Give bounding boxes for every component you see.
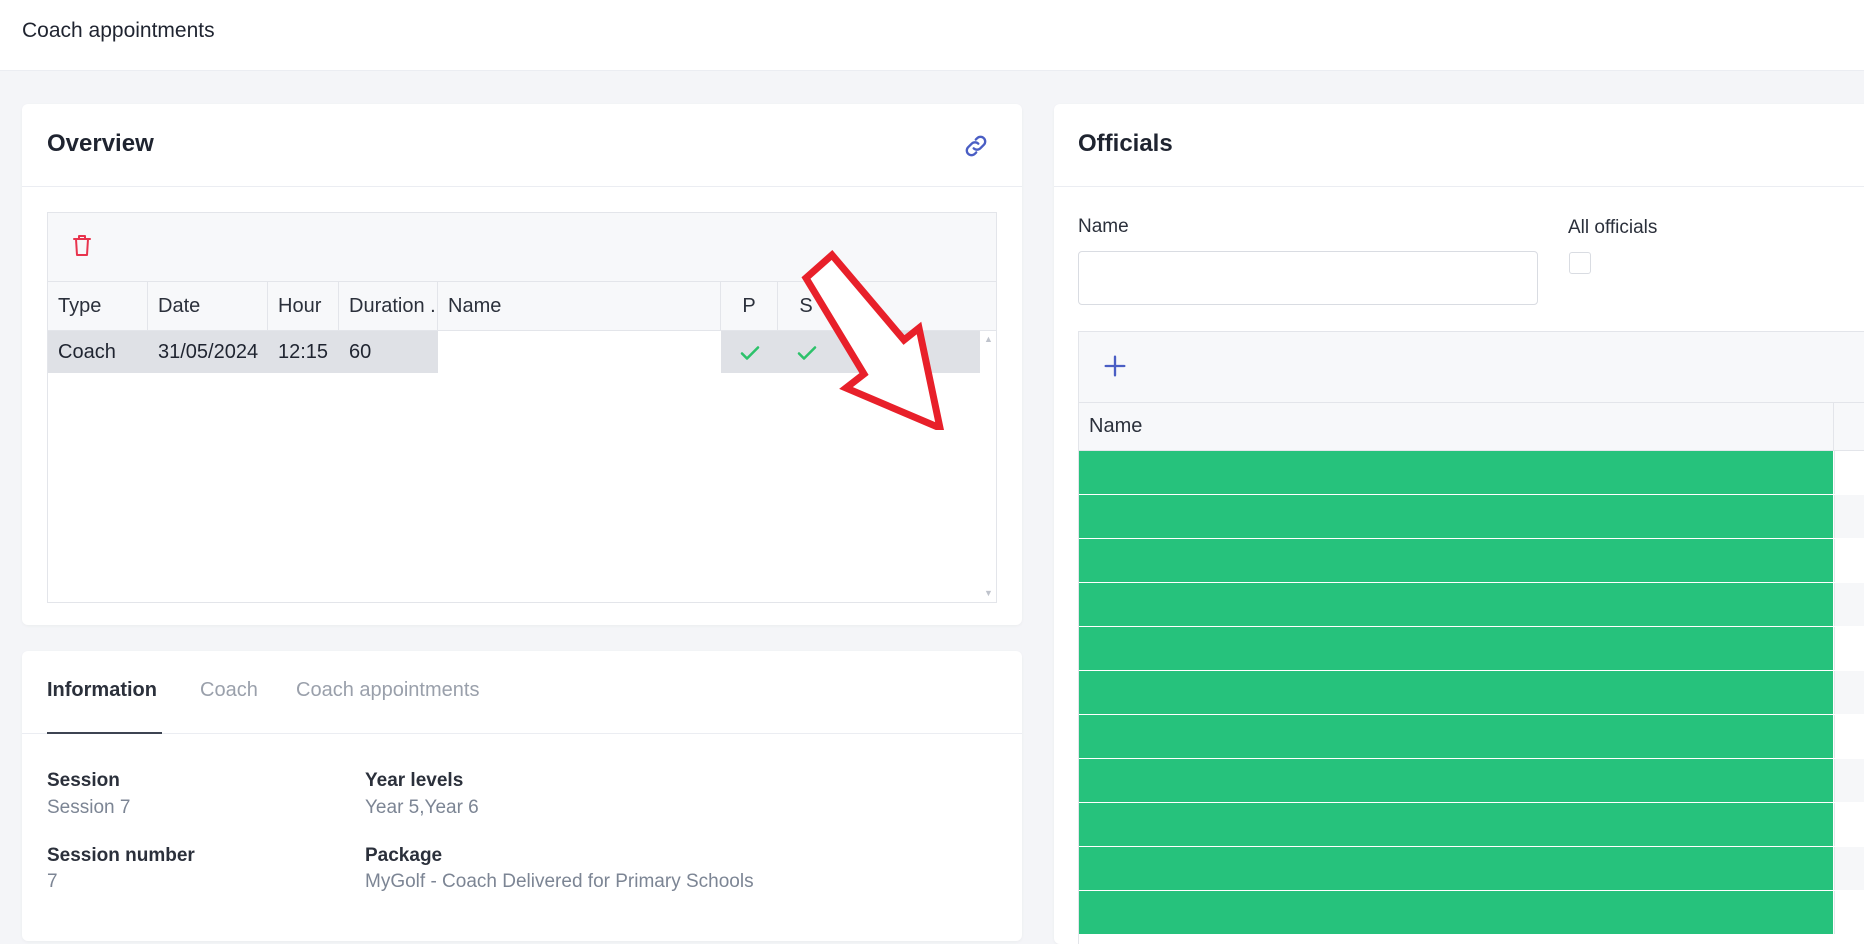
- cell-name: [438, 331, 721, 373]
- official-extra-cell: [1834, 847, 1864, 890]
- table-row[interactable]: [1079, 803, 1864, 847]
- official-name-cell: [1079, 627, 1833, 670]
- official-extra-cell: [1834, 759, 1864, 802]
- column-header-type[interactable]: Type: [48, 282, 148, 330]
- officials-title: Officials: [1078, 130, 1173, 157]
- column-header-p[interactable]: P: [721, 282, 778, 330]
- cell-hour: 12:15: [278, 341, 329, 363]
- tab-bar: Information Coach Coach appointments: [22, 651, 1022, 734]
- officials-card: Officials Name All officials Name: [1054, 104, 1864, 944]
- officials-rows: [1079, 451, 1864, 935]
- overview-title: Overview: [47, 130, 154, 157]
- check-icon: [740, 345, 759, 360]
- column-divider: [1833, 403, 1834, 450]
- plus-icon[interactable]: [1101, 352, 1129, 380]
- official-name-cell: [1079, 671, 1833, 714]
- official-extra-cell: [1834, 451, 1864, 494]
- all-officials-label: All officials: [1568, 217, 1658, 238]
- official-name-cell: [1079, 803, 1833, 846]
- official-name-cell: [1079, 495, 1833, 538]
- column-header-date[interactable]: Date: [148, 282, 268, 330]
- table-row[interactable]: Coach 31/05/2024 12:15 60: [48, 331, 980, 373]
- table-row[interactable]: [1079, 539, 1864, 583]
- top-bar: Coach appointments: [0, 0, 1864, 71]
- official-name-cell: [1079, 891, 1833, 934]
- information-card: Information Coach Coach appointments Ses…: [22, 651, 1022, 941]
- official-extra-cell: [1834, 539, 1864, 582]
- table-row[interactable]: [1079, 715, 1864, 759]
- scroll-down-icon[interactable]: ▼: [984, 588, 993, 598]
- page-title: Coach appointments: [22, 19, 215, 42]
- column-header-duration[interactable]: Duration ...: [339, 282, 438, 330]
- name-filter-input[interactable]: [1078, 251, 1538, 305]
- officials-grid-header: Name: [1079, 403, 1864, 451]
- official-extra-cell: [1834, 627, 1864, 670]
- overview-card: Overview Type Date Hour Duration ... Nam…: [22, 104, 1022, 625]
- active-tab-indicator: [47, 732, 162, 734]
- official-name-cell: [1079, 715, 1833, 758]
- cell-duration: 60: [349, 341, 372, 363]
- cell-date: 31/05/2024: [158, 341, 259, 363]
- tab-coach[interactable]: Coach: [200, 679, 258, 702]
- table-row[interactable]: [1079, 759, 1864, 803]
- table-row[interactable]: [1079, 583, 1864, 627]
- column-header-spacer: [835, 282, 848, 330]
- session-number-value: 7: [47, 871, 58, 892]
- officials-grid-toolbar: [1079, 332, 1864, 403]
- official-name-cell: [1079, 847, 1833, 890]
- tab-information[interactable]: Information: [47, 679, 157, 702]
- official-extra-cell: [1834, 583, 1864, 626]
- overview-header: Overview: [22, 104, 1022, 187]
- official-name-cell: [1079, 759, 1833, 802]
- grid-header: Type Date Hour Duration ... Name P S: [48, 282, 996, 331]
- cell-p: [721, 331, 778, 373]
- appointments-grid: Type Date Hour Duration ... Name P S Coa…: [47, 212, 997, 603]
- package-value: MyGolf - Coach Delivered for Primary Sch…: [365, 871, 754, 892]
- session-label: Session: [47, 770, 120, 791]
- link-icon[interactable]: [962, 132, 990, 160]
- table-row[interactable]: [1079, 627, 1864, 671]
- cell-type: Coach: [58, 341, 116, 363]
- officials-header: Officials: [1054, 104, 1864, 187]
- table-row[interactable]: [1079, 847, 1864, 891]
- officials-grid: Name: [1078, 331, 1864, 944]
- cell-s: [778, 331, 835, 373]
- column-header-s[interactable]: S: [778, 282, 835, 330]
- official-extra-cell: [1834, 671, 1864, 714]
- all-officials-checkbox[interactable]: [1569, 252, 1591, 274]
- check-icon: [797, 345, 816, 360]
- table-row[interactable]: [1079, 495, 1864, 539]
- official-extra-cell: [1834, 715, 1864, 758]
- scroll-up-icon[interactable]: ▲: [984, 334, 993, 344]
- column-header-name[interactable]: Name: [438, 282, 721, 330]
- column-header-hour[interactable]: Hour: [268, 282, 339, 330]
- package-label: Package: [365, 845, 443, 866]
- official-name-cell: [1079, 539, 1833, 582]
- year-levels-value: Year 5,Year 6: [365, 797, 479, 818]
- table-row[interactable]: [1079, 891, 1864, 935]
- table-row[interactable]: [1079, 451, 1864, 495]
- table-row[interactable]: [1079, 671, 1864, 715]
- tab-coach-appointments[interactable]: Coach appointments: [296, 679, 479, 702]
- official-extra-cell: [1834, 891, 1864, 934]
- official-extra-cell: [1834, 803, 1864, 846]
- official-extra-cell: [1834, 495, 1864, 538]
- trash-icon[interactable]: [70, 233, 94, 259]
- column-header-official-name[interactable]: Name: [1089, 415, 1142, 438]
- name-filter-label: Name: [1078, 216, 1129, 237]
- year-levels-label: Year levels: [365, 770, 464, 791]
- official-name-cell: [1079, 451, 1833, 494]
- grid-toolbar: [48, 213, 996, 282]
- session-number-label: Session number: [47, 845, 195, 866]
- session-value: Session 7: [47, 797, 131, 818]
- official-name-cell: [1079, 583, 1833, 626]
